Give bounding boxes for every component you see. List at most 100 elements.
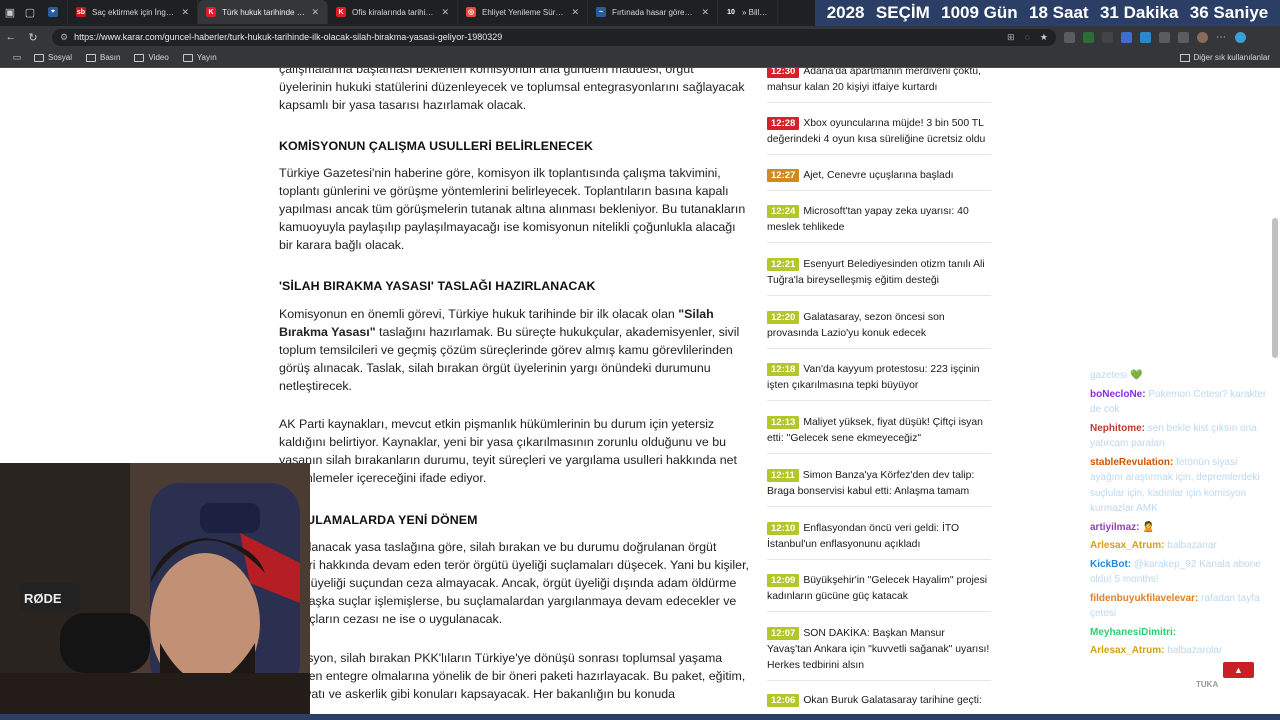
article-paragraph: AK Parti kaynakları, mevcut etkin pişman… [279,417,737,485]
extension-icon[interactable] [1159,31,1170,43]
chat-username[interactable]: stableRevulation: [1090,457,1173,468]
bookmark-folder[interactable]: Sosyal [34,53,72,62]
news-headline: Maliyet yüksek, fiyat düşük! Çiftçi isya… [767,417,983,444]
more-menu-icon[interactable]: ⋯ [1216,32,1227,43]
news-time-badge: 12:20 [767,311,800,324]
chat-username[interactable]: Nephitome: [1090,423,1145,434]
news-item[interactable]: 12:30 Adana'da apartmanın merdiveni çöktü… [767,68,991,103]
news-headline: SON DAKİKA: Başkan Mansur Yavaş'tan Anka… [767,628,990,671]
bookmarks-menu-icon[interactable]: ▭ [0,52,34,63]
news-headline: Xbox oyuncularına müjde! 3 bin 500 TL de… [767,118,986,145]
countdown-segment: 31 Dakika [1099,3,1179,22]
tab-favicon-icon: ◎ [466,7,476,17]
extension-icon[interactable] [1140,31,1151,43]
chat-username[interactable]: fildenbuyukfilavelevar: [1090,593,1198,604]
news-item[interactable]: 12:24 Microsoft'tan yapay zeka uyarısı: 4… [767,204,991,243]
bookmark-folder[interactable]: Basın [86,53,120,62]
chat-username[interactable]: Arlesax_Atrum: [1090,645,1164,656]
tab-pinned[interactable]: ⌖ [40,0,68,24]
news-headline: Okan Buruk Galatasaray tarihine geçti: [803,695,982,706]
news-item[interactable]: 12:27 Ajet, Cenevre uçuşlarına başladı [767,168,991,191]
close-tab-icon[interactable]: ✕ [441,7,449,18]
back-icon[interactable]: ← [0,31,22,43]
article-paragraph: Komisyonun en önemli görevi, Türkiye huk… [279,305,749,395]
browser-tab[interactable]: K Ofis kiralarında tarihi zirv ✕ [328,0,458,24]
news-time-badge: 12:09 [767,574,800,587]
browser-tab[interactable]: ~ Fırtınada hasar gören Riz ✕ [588,0,718,24]
browser-tab[interactable]: sb Saç ektirmek için İngilter ✕ [68,0,198,24]
countdown-segment: 1009 Gün [941,3,1018,22]
countdown-segment: SEÇİM [875,3,930,22]
article-paragraph: Hazırlanacak yasa taslağına göre, silah … [279,540,749,626]
chat-username[interactable]: artiyilmaz: [1090,522,1139,533]
chat-username[interactable]: KickBot: [1090,559,1131,570]
news-item[interactable]: 12:07 SON DAKİKA: Başkan Mansur Yavaş'tan… [767,626,991,681]
address-bar[interactable]: ⚙ https://www.karar.com/guncel-haberler/… [52,28,1056,46]
extension-icon[interactable] [1064,31,1075,43]
reload-icon[interactable]: ↻ [22,31,44,44]
collections-icon[interactable] [1178,31,1189,43]
webcam-overlay: RØDE [0,463,310,720]
favorite-star-icon[interactable]: ★ [1040,32,1048,43]
read-aloud-icon[interactable]: ◌ [1025,32,1030,43]
folder-icon [134,53,145,62]
bookmark-folder[interactable]: Yayın [182,53,217,62]
extension-icon[interactable] [1121,31,1132,43]
tab-title: Türk hukuk tarihinde ilk o [222,7,306,17]
close-tab-icon[interactable]: ✕ [571,7,579,18]
chat-username[interactable]: MeyhanesiDimitri: [1090,627,1176,638]
other-favorites-label: Diğer sık kullanılanlar [1193,53,1270,62]
tab-favicon-icon: K [206,7,216,17]
copilot-icon[interactable] [1235,31,1246,43]
election-countdown: 2028 SEÇİM 1009 Gün 18 Saat 31 Dakika 36 Sani… [815,0,1280,26]
tab-title: Ehliyet Yenileme Süresi B [482,7,566,17]
extension-icon[interactable] [1083,31,1094,43]
tab-search-icon[interactable]: ▢ [20,0,40,24]
bookmark-folder[interactable]: Video [134,53,169,62]
profile-avatar[interactable] [1197,31,1208,43]
close-tab-icon[interactable]: ✕ [181,7,189,18]
news-item[interactable]: 12:18 Van'da kayyum protestosu: 223 işçin… [767,362,991,401]
news-time-badge: 12:21 [767,258,800,271]
scroll-to-top-button[interactable]: ▲ [1223,662,1254,678]
tuka-label: TUKA [1196,680,1219,689]
browser-tab[interactable]: 10 » Bill Gates'in [718,0,778,24]
install-icon[interactable]: ⊞ [1007,32,1015,43]
site-info-icon[interactable]: ⚙ [60,32,68,43]
chat-username[interactable]: boNecloNe: [1090,389,1146,400]
tab-title: Saç ektirmek için İngilter [92,7,176,17]
chat-username[interactable]: Arlesax_Atrum: [1090,540,1164,551]
news-time-badge: 12:11 [767,469,799,482]
news-item[interactable]: 12:10 Enflasyondan öncü veri geldi: İTO İ… [767,521,991,560]
chat-message: stableRevulation: fetönün siyasi ayağını… [1090,455,1270,517]
chat-message: artiyilmaz: 🙎 [1090,520,1270,536]
streamer-webcam-image: RØDE [0,463,310,720]
folder-icon [86,53,97,62]
close-tab-icon[interactable]: ✕ [701,7,709,18]
news-item[interactable]: 12:13 Maliyet yüksek, fiyat düşük! Çiftçi… [767,415,991,454]
chat-text: balbazariar [1167,540,1217,551]
news-time-badge: 12:18 [767,363,800,376]
news-item[interactable]: 12:09 Büyükşehir'in "Gelecek Hayalim" pro… [767,573,991,612]
extensions-bar: ⋯ [1064,31,1246,43]
browser-tab[interactable]: ◎ Ehliyet Yenileme Süresi B ✕ [458,0,588,24]
news-item[interactable]: 12:20 Galatasaray, sezon öncesi son prova… [767,310,991,349]
section-heading: 'SİLAH BIRAKMA YASASI' TASLAĞI HAZIRLANA… [279,279,596,293]
news-item[interactable]: 12:28 Xbox oyuncularına müjde! 3 bin 500 … [767,116,991,155]
other-favorites[interactable]: Diğer sık kullanılanlar [1179,53,1270,62]
news-headline: Ajet, Cenevre uçuşlarına başladı [803,170,954,181]
news-time-badge: 12:10 [767,522,800,535]
news-item[interactable]: 12:11 Simon Banza'ya Körfez'den dev talip… [767,468,991,507]
window-menu-icon[interactable]: ▣ [0,0,20,24]
news-item[interactable]: 12:06 Okan Buruk Galatasaray tarihine geç… [767,693,991,716]
chat-message: MeyhanesiDimitri: [1090,625,1270,641]
close-tab-icon[interactable]: ✕ [311,7,319,18]
bookmarks-bar: ▭ Sosyal Basın Video Yayın Diğer sık kul… [0,48,1280,68]
article-paragraph: Türkiye Gazetesi'nin haberine göre, komi… [279,166,746,252]
browser-tab[interactable]: K Türk hukuk tarihinde ilk o ✕ [198,0,328,24]
news-time-badge: 12:24 [767,205,800,218]
page-scrollbar[interactable] [1272,218,1278,358]
news-time-badge: 12:28 [767,117,800,130]
news-item[interactable]: 12:21 Esenyurt Belediyesinden otizm tanıl… [767,257,991,296]
extension-icon[interactable] [1102,31,1113,43]
